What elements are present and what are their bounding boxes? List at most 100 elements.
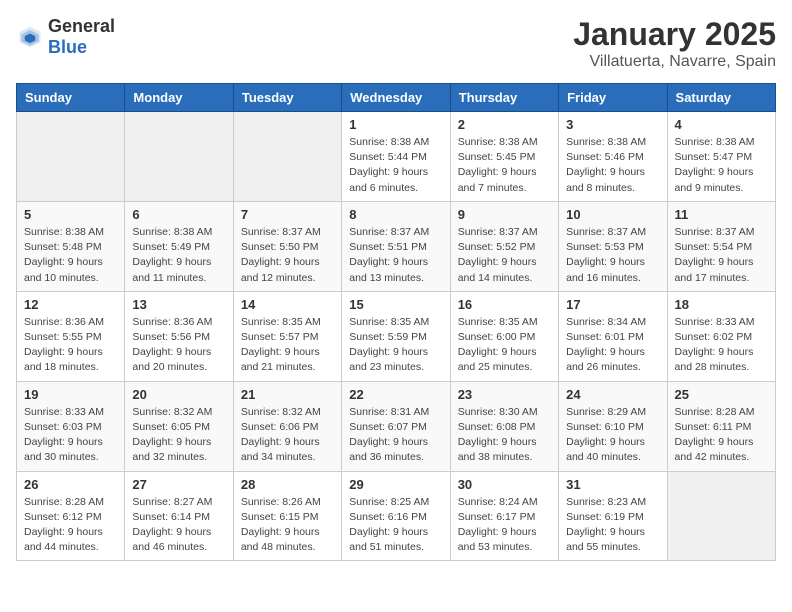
day-info: Sunrise: 8:33 AM Sunset: 6:03 PM Dayligh… — [24, 405, 117, 466]
day-number: 3 — [566, 117, 659, 132]
day-info: Sunrise: 8:37 AM Sunset: 5:50 PM Dayligh… — [241, 225, 334, 286]
logo-text: General Blue — [48, 16, 115, 58]
day-info: Sunrise: 8:24 AM Sunset: 6:17 PM Dayligh… — [458, 495, 551, 556]
day-info: Sunrise: 8:34 AM Sunset: 6:01 PM Dayligh… — [566, 315, 659, 376]
calendar-cell: 9 Sunrise: 8:37 AM Sunset: 5:52 PM Daylig… — [450, 201, 558, 291]
day-number: 29 — [349, 477, 442, 492]
calendar-cell: 12Sunrise: 8:36 AM Sunset: 5:55 PM Dayli… — [17, 291, 125, 381]
week-row-4: 19 Sunrise: 8:33 AM Sunset: 6:03 PM Dayli… — [17, 381, 776, 471]
day-info: Sunrise: 8:23 AM Sunset: 6:19 PM Dayligh… — [566, 495, 659, 556]
calendar-cell: 13 Sunrise: 8:36 AM Sunset: 5:56 PM Dayli… — [125, 291, 233, 381]
day-number: 13 — [132, 297, 225, 312]
day-info: Sunrise: 8:25 AM Sunset: 6:16 PM Dayligh… — [349, 495, 442, 556]
day-info: Sunrise: 8:36 AM Sunset: 5:56 PM Dayligh… — [132, 315, 225, 376]
day-number: 7 — [241, 207, 334, 222]
day-info: Sunrise: 8:37 AM Sunset: 5:51 PM Dayligh… — [349, 225, 442, 286]
calendar-cell: 1Sunrise: 8:38 AM Sunset: 5:44 PM Daylig… — [342, 112, 450, 202]
logo: General Blue — [16, 16, 115, 58]
day-number: 26 — [24, 477, 117, 492]
calendar-cell — [125, 112, 233, 202]
day-info: Sunrise: 8:38 AM Sunset: 5:45 PM Dayligh… — [458, 135, 551, 196]
day-number: 23 — [458, 387, 551, 402]
day-number: 22 — [349, 387, 442, 402]
day-info: Sunrise: 8:36 AM Sunset: 5:55 PM Dayligh… — [24, 315, 117, 376]
day-number: 21 — [241, 387, 334, 402]
calendar-cell: 10 Sunrise: 8:37 AM Sunset: 5:53 PM Dayli… — [559, 201, 667, 291]
calendar-cell — [667, 471, 775, 561]
day-info: Sunrise: 8:35 AM Sunset: 5:59 PM Dayligh… — [349, 315, 442, 376]
week-row-2: 5 Sunrise: 8:38 AM Sunset: 5:48 PM Daylig… — [17, 201, 776, 291]
calendar-cell: 24Sunrise: 8:29 AM Sunset: 6:10 PM Dayli… — [559, 381, 667, 471]
weekday-header-wednesday: Wednesday — [342, 84, 450, 112]
calendar-cell: 23 Sunrise: 8:30 AM Sunset: 6:08 PM Dayli… — [450, 381, 558, 471]
weekday-header-thursday: Thursday — [450, 84, 558, 112]
logo-blue: Blue — [48, 37, 87, 57]
calendar-cell: 20Sunrise: 8:32 AM Sunset: 6:05 PM Dayli… — [125, 381, 233, 471]
page-header: General Blue January 2025 Villatuerta, N… — [16, 16, 776, 71]
calendar-cell: 17Sunrise: 8:34 AM Sunset: 6:01 PM Dayli… — [559, 291, 667, 381]
day-info: Sunrise: 8:32 AM Sunset: 6:06 PM Dayligh… — [241, 405, 334, 466]
day-number: 28 — [241, 477, 334, 492]
day-number: 10 — [566, 207, 659, 222]
day-number: 8 — [349, 207, 442, 222]
weekday-header-saturday: Saturday — [667, 84, 775, 112]
day-number: 30 — [458, 477, 551, 492]
day-number: 4 — [675, 117, 768, 132]
day-number: 16 — [458, 297, 551, 312]
calendar-cell: 11 Sunrise: 8:37 AM Sunset: 5:54 PM Dayli… — [667, 201, 775, 291]
day-number: 2 — [458, 117, 551, 132]
title-block: January 2025 Villatuerta, Navarre, Spain — [573, 16, 776, 71]
calendar-cell: 14 Sunrise: 8:35 AM Sunset: 5:57 PM Dayli… — [233, 291, 341, 381]
weekday-header-tuesday: Tuesday — [233, 84, 341, 112]
day-number: 31 — [566, 477, 659, 492]
day-info: Sunrise: 8:38 AM Sunset: 5:48 PM Dayligh… — [24, 225, 117, 286]
location-subtitle: Villatuerta, Navarre, Spain — [573, 53, 776, 71]
week-row-1: 1Sunrise: 8:38 AM Sunset: 5:44 PM Daylig… — [17, 112, 776, 202]
calendar-cell: 18Sunrise: 8:33 AM Sunset: 6:02 PM Dayli… — [667, 291, 775, 381]
day-number: 14 — [241, 297, 334, 312]
day-info: Sunrise: 8:26 AM Sunset: 6:15 PM Dayligh… — [241, 495, 334, 556]
calendar-cell — [233, 112, 341, 202]
calendar-cell: 2 Sunrise: 8:38 AM Sunset: 5:45 PM Daylig… — [450, 112, 558, 202]
day-info: Sunrise: 8:28 AM Sunset: 6:11 PM Dayligh… — [675, 405, 768, 466]
calendar-cell: 30 Sunrise: 8:24 AM Sunset: 6:17 PM Dayli… — [450, 471, 558, 561]
calendar-cell: 5 Sunrise: 8:38 AM Sunset: 5:48 PM Daylig… — [17, 201, 125, 291]
day-number: 11 — [675, 207, 768, 222]
week-row-3: 12Sunrise: 8:36 AM Sunset: 5:55 PM Dayli… — [17, 291, 776, 381]
day-number: 5 — [24, 207, 117, 222]
day-number: 15 — [349, 297, 442, 312]
calendar-cell: 8 Sunrise: 8:37 AM Sunset: 5:51 PM Daylig… — [342, 201, 450, 291]
day-info: Sunrise: 8:35 AM Sunset: 6:00 PM Dayligh… — [458, 315, 551, 376]
calendar-cell: 15 Sunrise: 8:35 AM Sunset: 5:59 PM Dayli… — [342, 291, 450, 381]
day-number: 18 — [675, 297, 768, 312]
day-info: Sunrise: 8:38 AM Sunset: 5:44 PM Dayligh… — [349, 135, 442, 196]
calendar-cell: 27Sunrise: 8:27 AM Sunset: 6:14 PM Dayli… — [125, 471, 233, 561]
calendar-cell: 19 Sunrise: 8:33 AM Sunset: 6:03 PM Dayli… — [17, 381, 125, 471]
day-number: 25 — [675, 387, 768, 402]
day-info: Sunrise: 8:35 AM Sunset: 5:57 PM Dayligh… — [241, 315, 334, 376]
day-number: 19 — [24, 387, 117, 402]
calendar-cell: 22 Sunrise: 8:31 AM Sunset: 6:07 PM Dayli… — [342, 381, 450, 471]
day-info: Sunrise: 8:29 AM Sunset: 6:10 PM Dayligh… — [566, 405, 659, 466]
logo-general: General — [48, 16, 115, 36]
day-info: Sunrise: 8:37 AM Sunset: 5:52 PM Dayligh… — [458, 225, 551, 286]
day-info: Sunrise: 8:38 AM Sunset: 5:47 PM Dayligh… — [675, 135, 768, 196]
day-number: 20 — [132, 387, 225, 402]
day-info: Sunrise: 8:38 AM Sunset: 5:49 PM Dayligh… — [132, 225, 225, 286]
day-info: Sunrise: 8:37 AM Sunset: 5:54 PM Dayligh… — [675, 225, 768, 286]
calendar-table: SundayMondayTuesdayWednesdayThursdayFrid… — [16, 83, 776, 561]
day-info: Sunrise: 8:38 AM Sunset: 5:46 PM Dayligh… — [566, 135, 659, 196]
day-number: 9 — [458, 207, 551, 222]
calendar-cell: 28 Sunrise: 8:26 AM Sunset: 6:15 PM Dayli… — [233, 471, 341, 561]
calendar-cell: 29 Sunrise: 8:25 AM Sunset: 6:16 PM Dayli… — [342, 471, 450, 561]
logo-icon — [16, 23, 44, 51]
month-year-title: January 2025 — [573, 16, 776, 53]
day-info: Sunrise: 8:30 AM Sunset: 6:08 PM Dayligh… — [458, 405, 551, 466]
calendar-cell: 3 Sunrise: 8:38 AM Sunset: 5:46 PM Daylig… — [559, 112, 667, 202]
calendar-cell: 21 Sunrise: 8:32 AM Sunset: 6:06 PM Dayli… — [233, 381, 341, 471]
calendar-cell — [17, 112, 125, 202]
week-row-5: 26Sunrise: 8:28 AM Sunset: 6:12 PM Dayli… — [17, 471, 776, 561]
calendar-cell: 7 Sunrise: 8:37 AM Sunset: 5:50 PM Daylig… — [233, 201, 341, 291]
day-info: Sunrise: 8:31 AM Sunset: 6:07 PM Dayligh… — [349, 405, 442, 466]
day-info: Sunrise: 8:37 AM Sunset: 5:53 PM Dayligh… — [566, 225, 659, 286]
